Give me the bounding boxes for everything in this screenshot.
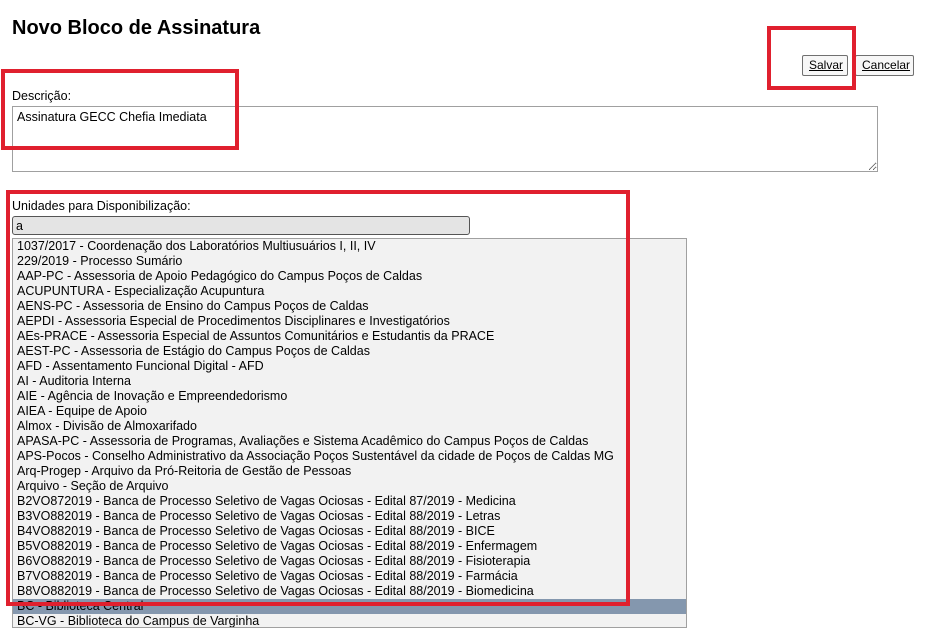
unit-option[interactable]: AFD - Assentamento Funcional Digital - A… (13, 359, 686, 374)
unit-option[interactable]: B4VO882019 - Banca de Processo Seletivo … (13, 524, 686, 539)
unit-option[interactable]: B7VO882019 - Banca de Processo Seletivo … (13, 569, 686, 584)
units-filter-input[interactable] (12, 216, 470, 235)
unit-option[interactable]: B3VO882019 - Banca de Processo Seletivo … (13, 509, 686, 524)
unit-option[interactable]: AEPDI - Assessoria Especial de Procedime… (13, 314, 686, 329)
unit-option[interactable]: B5VO882019 - Banca de Processo Seletivo … (13, 539, 686, 554)
unit-option[interactable]: 229/2019 - Processo Sumário (13, 254, 686, 269)
unit-option[interactable]: AAP-PC - Assessoria de Apoio Pedagógico … (13, 269, 686, 284)
unit-option[interactable]: APS-Pocos - Conselho Administrativo da A… (13, 449, 686, 464)
unit-option[interactable]: AEs-PRACE - Assessoria Especial de Assun… (13, 329, 686, 344)
unit-option[interactable]: APASA-PC - Assessoria de Programas, Aval… (13, 434, 686, 449)
unit-option[interactable]: B6VO882019 - Banca de Processo Seletivo … (13, 554, 686, 569)
unit-option[interactable]: 1037/2017 - Coordenação dos Laboratórios… (13, 239, 686, 254)
description-label: Descrição: (12, 89, 72, 103)
unit-option[interactable]: AENS-PC - Assessoria de Ensino do Campus… (13, 299, 686, 314)
unit-option[interactable]: Almox - Divisão de Almoxarifado (13, 419, 686, 434)
description-textarea[interactable]: Assinatura GECC Chefia Imediata (12, 106, 878, 172)
unit-option[interactable]: AEST-PC - Assessoria de Estágio do Campu… (13, 344, 686, 359)
unit-option[interactable]: B2VO872019 - Banca de Processo Seletivo … (13, 494, 686, 509)
cancel-button[interactable]: Cancelar (855, 55, 914, 76)
unit-option[interactable]: Arq-Progep - Arquivo da Pró-Reitoria de … (13, 464, 686, 479)
unit-option[interactable]: AI - Auditoria Interna (13, 374, 686, 389)
unit-option[interactable]: BC-VG - Biblioteca do Campus de Varginha (13, 614, 686, 627)
unit-option[interactable]: AIEA - Equipe de Apoio (13, 404, 686, 419)
units-listbox[interactable]: 1037/2017 - Coordenação dos Laboratórios… (12, 238, 687, 628)
page-title: Novo Bloco de Assinatura (12, 17, 261, 39)
unit-option[interactable]: AIE - Agência de Inovação e Empreendedor… (13, 389, 686, 404)
unit-option[interactable]: ACUPUNTURA - Especialização Acupuntura (13, 284, 686, 299)
unit-option[interactable]: B8VO882019 - Banca de Processo Seletivo … (13, 584, 686, 599)
unit-option[interactable]: Arquivo - Seção de Arquivo (13, 479, 686, 494)
unit-option[interactable]: BC - Biblioteca Central (13, 599, 686, 614)
units-label: Unidades para Disponibilização: (12, 199, 191, 213)
save-button[interactable]: Salvar (802, 55, 848, 76)
